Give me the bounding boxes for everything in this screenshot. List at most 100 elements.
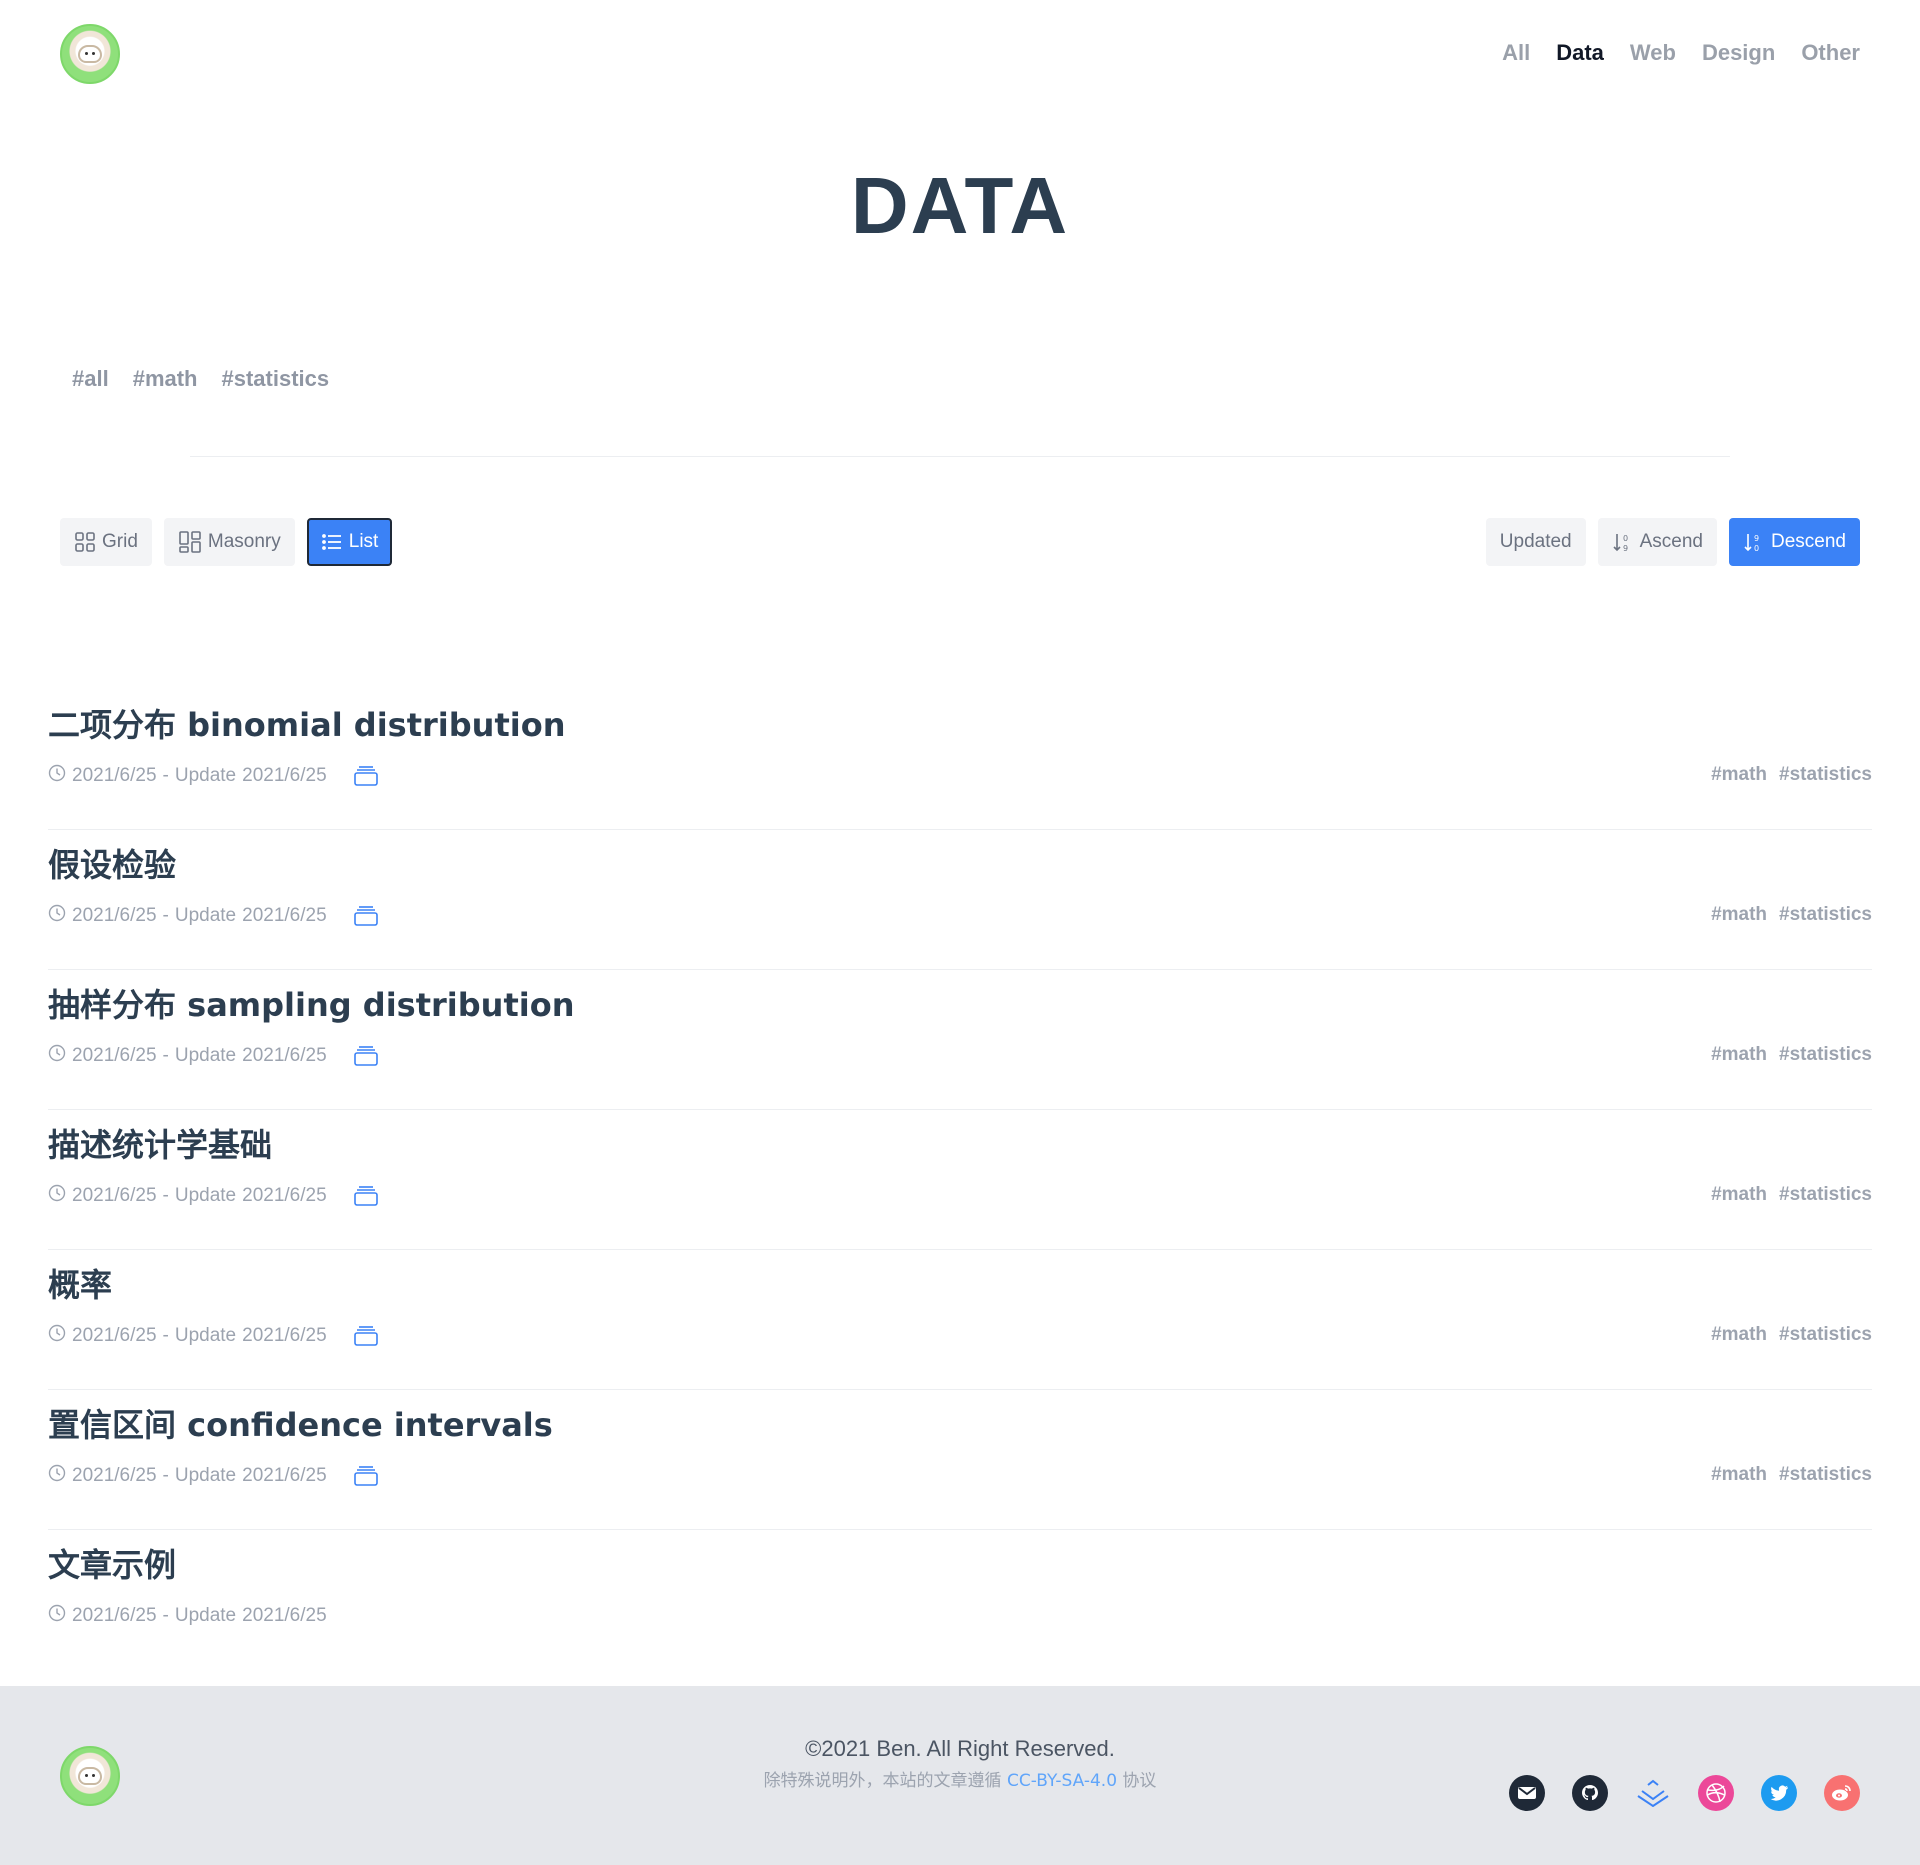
update-label: Update bbox=[174, 1185, 237, 1206]
date-separator: - bbox=[162, 1465, 169, 1486]
post-date: 2021/6/25 bbox=[72, 905, 157, 926]
update-label: Update bbox=[174, 1325, 237, 1346]
date-separator: - bbox=[162, 1605, 169, 1626]
post-title[interactable]: 抽样分布 sampling distribution bbox=[48, 980, 575, 1026]
post-tag-math[interactable]: #math bbox=[1711, 1464, 1767, 1486]
post-meta: 2021/6/25 - Update 2021/6/25 bbox=[48, 1184, 379, 1208]
date-separator: - bbox=[162, 1045, 169, 1066]
post-title[interactable]: 文章示例 bbox=[48, 1540, 176, 1586]
post-tag-math[interactable]: #math bbox=[1711, 1044, 1767, 1066]
post-title[interactable]: 置信区间 confidence intervals bbox=[48, 1400, 553, 1446]
post-tag-statistics[interactable]: #statistics bbox=[1779, 1464, 1872, 1486]
post-tags: #math #statistics bbox=[1711, 1324, 1872, 1346]
post-item[interactable]: 假设检验 2021/6/25 - Update 2021/6/25 #math … bbox=[48, 830, 1872, 970]
date-separator: - bbox=[162, 1325, 169, 1346]
update-label: Update bbox=[174, 1465, 237, 1486]
post-title[interactable]: 描述统计学基础 bbox=[48, 1120, 272, 1166]
post-meta: 2021/6/25 - Update 2021/6/25 bbox=[48, 764, 379, 788]
nav-item-data[interactable]: Data bbox=[1556, 40, 1604, 66]
view-mode-toolbar: Grid Masonry List bbox=[60, 518, 393, 566]
clock-icon bbox=[48, 904, 66, 928]
post-updated-date: 2021/6/25 bbox=[242, 905, 327, 926]
post-tag-math[interactable]: #math bbox=[1711, 904, 1767, 926]
post-tag-statistics[interactable]: #statistics bbox=[1779, 1324, 1872, 1346]
post-date: 2021/6/25 bbox=[72, 765, 157, 786]
email-icon[interactable] bbox=[1509, 1775, 1545, 1811]
svg-text:9: 9 bbox=[1623, 544, 1628, 553]
post-item[interactable]: 描述统计学基础 2021/6/25 - Update 2021/6/25 #ma… bbox=[48, 1110, 1872, 1250]
post-updated-date: 2021/6/25 bbox=[242, 1465, 327, 1486]
post-tag-statistics[interactable]: #statistics bbox=[1779, 1184, 1872, 1206]
license-link[interactable]: CC-BY-SA-4.0 bbox=[1007, 1771, 1117, 1791]
svg-text:0: 0 bbox=[1623, 534, 1628, 543]
post-tag-math[interactable]: #math bbox=[1711, 1324, 1767, 1346]
post-item[interactable]: 文章示例 2021/6/25 - Update 2021/6/25 bbox=[48, 1530, 1872, 1670]
nav-item-other[interactable]: Other bbox=[1801, 40, 1860, 66]
post-tag-statistics[interactable]: #statistics bbox=[1779, 904, 1872, 926]
post-date: 2021/6/25 bbox=[72, 1045, 157, 1066]
post-meta: 2021/6/25 - Update 2021/6/25 bbox=[48, 1324, 379, 1348]
sort-ascend-button[interactable]: 0 9 Ascend bbox=[1597, 518, 1717, 566]
post-title[interactable]: 二项分布 binomial distribution bbox=[48, 700, 566, 746]
category-icon[interactable] bbox=[353, 1465, 379, 1487]
date-separator: - bbox=[162, 765, 169, 786]
post-item[interactable]: 概率 2021/6/25 - Update 2021/6/25 #math #s… bbox=[48, 1250, 1872, 1390]
masonry-icon bbox=[178, 530, 202, 554]
logo-face-icon bbox=[78, 45, 102, 63]
nav-item-design[interactable]: Design bbox=[1702, 40, 1775, 66]
svg-text:0: 0 bbox=[1754, 544, 1759, 553]
date-separator: - bbox=[162, 905, 169, 926]
list-icon bbox=[321, 531, 343, 553]
post-title[interactable]: 概率 bbox=[48, 1260, 112, 1306]
sort-ascend-icon: 0 9 bbox=[1612, 531, 1634, 553]
post-updated-date: 2021/6/25 bbox=[242, 765, 327, 786]
category-icon[interactable] bbox=[353, 1325, 379, 1347]
post-meta: 2021/6/25 - Update 2021/6/25 bbox=[48, 904, 379, 928]
masonry-view-button[interactable]: Masonry bbox=[163, 518, 295, 566]
post-updated-date: 2021/6/25 bbox=[242, 1325, 327, 1346]
category-icon[interactable] bbox=[353, 765, 379, 787]
site-logo[interactable] bbox=[60, 24, 120, 84]
post-tag-math[interactable]: #math bbox=[1711, 1184, 1767, 1206]
tag-filter-math[interactable]: #math bbox=[133, 366, 198, 392]
post-title[interactable]: 假设检验 bbox=[48, 840, 176, 886]
post-tags: #math #statistics bbox=[1711, 764, 1872, 786]
nav-item-all[interactable]: All bbox=[1502, 40, 1530, 66]
list-view-button[interactable]: List bbox=[306, 518, 393, 566]
github-icon[interactable] bbox=[1572, 1775, 1608, 1811]
nav-item-web[interactable]: Web bbox=[1630, 40, 1676, 66]
post-item[interactable]: 抽样分布 sampling distribution 2021/6/25 - U… bbox=[48, 970, 1872, 1110]
tag-filter-statistics[interactable]: #statistics bbox=[222, 366, 330, 392]
weibo-icon[interactable] bbox=[1824, 1775, 1860, 1811]
post-tags: #math #statistics bbox=[1711, 1044, 1872, 1066]
tag-filter-all[interactable]: #all bbox=[72, 366, 109, 392]
post-updated-date: 2021/6/25 bbox=[242, 1045, 327, 1066]
clock-icon bbox=[48, 1044, 66, 1068]
site-footer: ©2021 Ben. All Right Reserved. 除特殊说明外，本站… bbox=[0, 1686, 1920, 1865]
post-updated-date: 2021/6/25 bbox=[242, 1605, 327, 1626]
dribbble-icon[interactable] bbox=[1698, 1775, 1734, 1811]
post-tag-statistics[interactable]: #statistics bbox=[1779, 1044, 1872, 1066]
category-icon[interactable] bbox=[353, 1045, 379, 1067]
category-icon[interactable] bbox=[353, 905, 379, 927]
post-item[interactable]: 置信区间 confidence intervals 2021/6/25 - Up… bbox=[48, 1390, 1872, 1530]
juejin-icon[interactable] bbox=[1635, 1775, 1671, 1811]
update-label: Update bbox=[174, 905, 237, 926]
twitter-icon[interactable] bbox=[1761, 1775, 1797, 1811]
clock-icon bbox=[48, 1184, 66, 1208]
sort-updated-button[interactable]: Updated bbox=[1485, 518, 1586, 566]
post-updated-date: 2021/6/25 bbox=[242, 1185, 327, 1206]
main-nav: All Data Web Design Other bbox=[1502, 40, 1860, 66]
sort-descend-icon: 9 0 bbox=[1743, 531, 1765, 553]
sort-descend-button[interactable]: 9 0 Descend bbox=[1729, 518, 1860, 566]
clock-icon bbox=[48, 764, 66, 788]
category-icon[interactable] bbox=[353, 1185, 379, 1207]
section-divider bbox=[190, 456, 1730, 457]
post-tag-statistics[interactable]: #statistics bbox=[1779, 764, 1872, 786]
footer-copyright: ©2021 Ben. All Right Reserved. bbox=[805, 1736, 1115, 1761]
post-item[interactable]: 二项分布 binomial distribution 2021/6/25 - U… bbox=[48, 690, 1872, 830]
post-date: 2021/6/25 bbox=[72, 1185, 157, 1206]
sort-updated-label: Updated bbox=[1499, 531, 1572, 552]
post-tag-math[interactable]: #math bbox=[1711, 764, 1767, 786]
grid-view-button[interactable]: Grid bbox=[60, 518, 152, 566]
